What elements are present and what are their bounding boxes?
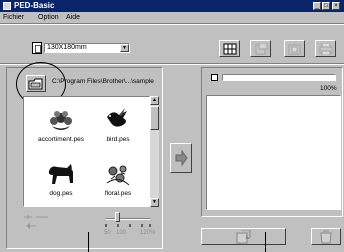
menu-aide[interactable]: Aide xyxy=(66,13,80,22)
print-button[interactable] xyxy=(315,40,336,57)
hoop-size-select[interactable]: 130X180mm ▼ xyxy=(44,43,130,53)
card-progress-label: 100% xyxy=(320,85,337,92)
file-item[interactable]: dog.pes xyxy=(33,161,89,198)
file-item[interactable]: floral.pes xyxy=(90,161,146,198)
dog-embroidery-icon xyxy=(48,164,73,184)
file-list-scrollbar[interactable]: ▲ ▼ xyxy=(150,96,159,207)
printer-icon xyxy=(319,43,333,55)
menu-separator xyxy=(0,23,344,25)
file-name: dog.pes xyxy=(49,190,73,197)
file-list[interactable]: accortiment.pes bird.pes dog.pes floral.… xyxy=(23,96,150,207)
zoom-label-max: 120% xyxy=(140,230,156,236)
write-to-card-button[interactable] xyxy=(201,228,286,245)
menu-fichier[interactable]: Fichier xyxy=(3,13,24,22)
grid-button[interactable] xyxy=(219,40,240,57)
card-read-icon xyxy=(288,44,301,55)
file-name: bird.pes xyxy=(106,136,130,143)
transfer-to-card-button[interactable] xyxy=(170,143,192,173)
zoom-slider-track[interactable] xyxy=(106,218,150,220)
menu-bar: Fichier Option Aide xyxy=(0,12,344,23)
zoom-label-min: 50 xyxy=(104,230,111,236)
scroll-up-button[interactable]: ▲ xyxy=(150,96,159,105)
trash-icon xyxy=(320,230,332,244)
app-icon xyxy=(3,2,11,10)
card-write-button[interactable] xyxy=(250,40,271,57)
card-contents-area[interactable] xyxy=(206,95,341,210)
card-status-icon xyxy=(211,74,218,81)
delete-from-card-button[interactable] xyxy=(311,228,341,245)
callout-line xyxy=(88,232,89,252)
zoom-out-icon xyxy=(24,215,48,229)
callout-line xyxy=(265,232,266,252)
arrow-right-icon xyxy=(175,149,188,167)
window-title: PED-Basic xyxy=(14,1,55,10)
menu-option[interactable]: Option xyxy=(38,13,59,22)
hoop-icon xyxy=(32,42,42,54)
hoop-size-value: 130X180mm xyxy=(47,44,87,51)
chevron-down-icon[interactable]: ▼ xyxy=(120,44,129,52)
folder-path: C:\Program Files\Brother\...\sample xyxy=(52,78,154,85)
title-bar: PED-Basic _ □ × xyxy=(0,0,344,12)
file-name: floral.pes xyxy=(104,190,132,197)
scroll-down-button[interactable]: ▼ xyxy=(150,198,159,207)
file-item[interactable]: bird.pes xyxy=(90,107,146,144)
grid-icon xyxy=(223,43,237,55)
minimize-button[interactable]: _ xyxy=(313,2,321,10)
zoom-label-mid: 100 xyxy=(116,230,127,236)
card-write-icon xyxy=(236,230,251,244)
floral-embroidery-icon xyxy=(106,165,130,186)
close-button[interactable]: × xyxy=(332,2,340,10)
card-progress-bar xyxy=(222,74,336,81)
card-read-button[interactable] xyxy=(284,40,305,57)
scroll-thumb[interactable] xyxy=(150,106,159,130)
maximize-button[interactable]: □ xyxy=(322,2,330,10)
bird-embroidery-icon xyxy=(107,108,127,127)
file-name: accortiment.pes xyxy=(38,136,84,143)
zoom-slider-knob[interactable] xyxy=(115,212,120,222)
flower-embroidery-icon xyxy=(50,111,72,130)
card-write-icon xyxy=(255,43,268,55)
file-item[interactable]: accortiment.pes xyxy=(33,107,89,144)
zoom-slider-ticks xyxy=(105,224,151,227)
